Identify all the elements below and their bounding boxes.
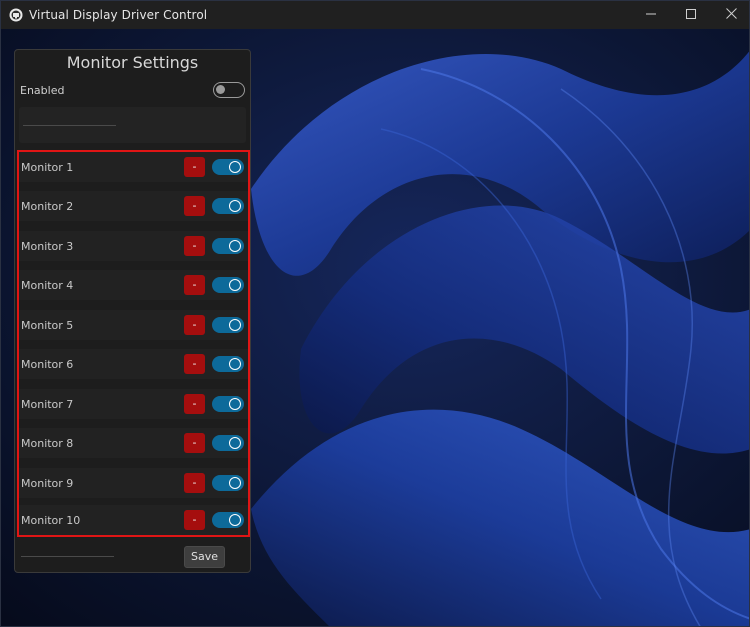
- remove-monitor-button[interactable]: -: [184, 315, 205, 335]
- panel-title: Monitor Settings: [66, 53, 199, 72]
- monitor-toggle[interactable]: [212, 277, 244, 293]
- toggle-knob: [229, 161, 241, 173]
- monitor-row: Monitor 6 -: [19, 349, 248, 379]
- monitor-label: Monitor 3: [21, 239, 74, 253]
- monitor-row: Monitor 9 -: [19, 468, 248, 498]
- monitor-label: Monitor 2: [21, 199, 74, 213]
- remove-monitor-button[interactable]: -: [184, 394, 205, 414]
- monitor-toggle[interactable]: [212, 238, 244, 254]
- monitor-toggle[interactable]: [212, 198, 244, 214]
- app-window: Virtual Display Driver Control Monitor S…: [0, 0, 750, 627]
- window-title: Virtual Display Driver Control: [29, 8, 208, 22]
- footer-input[interactable]: [21, 556, 114, 557]
- title-bar[interactable]: Virtual Display Driver Control: [1, 1, 749, 29]
- maximize-icon: [686, 8, 696, 22]
- toggle-knob: [216, 85, 225, 94]
- enabled-row: Enabled: [15, 80, 250, 100]
- input-underline: [23, 125, 116, 126]
- monitor-row: Monitor 4 -: [19, 270, 248, 300]
- toggle-knob: [229, 200, 241, 212]
- toggle-knob: [229, 398, 241, 410]
- monitor-label: Monitor 8: [21, 436, 74, 450]
- monitor-label: Monitor 10: [21, 513, 81, 527]
- monitor-label: Monitor 5: [21, 318, 74, 332]
- monitor-name-input[interactable]: [19, 107, 246, 143]
- toggle-knob: [229, 477, 241, 489]
- monitor-list: Monitor 1 - Monitor 2 - Monitor 3 - Moni…: [17, 150, 250, 537]
- app-logo-icon: [9, 8, 23, 22]
- monitor-toggle[interactable]: [212, 435, 244, 451]
- close-icon: [725, 8, 737, 22]
- toggle-knob: [229, 437, 241, 449]
- monitor-row: Monitor 3 -: [19, 231, 248, 261]
- monitor-row: Monitor 2 -: [19, 191, 248, 221]
- monitor-row: Monitor 7 -: [19, 389, 248, 419]
- monitor-toggle[interactable]: [212, 317, 244, 333]
- monitor-toggle[interactable]: [212, 159, 244, 175]
- toggle-knob: [229, 358, 241, 370]
- monitor-row: Monitor 5 -: [19, 310, 248, 340]
- minimize-icon: [646, 8, 656, 22]
- save-button[interactable]: Save: [184, 546, 225, 568]
- monitor-settings-panel: Monitor Settings Enabled Monitor 1 - Mon…: [14, 49, 251, 573]
- remove-monitor-button[interactable]: -: [184, 433, 205, 453]
- monitor-row: Monitor 1 -: [19, 152, 248, 182]
- remove-monitor-button[interactable]: -: [184, 354, 205, 374]
- toggle-knob: [229, 240, 241, 252]
- close-button[interactable]: [711, 1, 749, 29]
- remove-monitor-button[interactable]: -: [184, 196, 205, 216]
- remove-monitor-button[interactable]: -: [184, 275, 205, 295]
- toggle-knob: [229, 279, 241, 291]
- remove-monitor-button[interactable]: -: [184, 236, 205, 256]
- remove-monitor-button[interactable]: -: [184, 510, 205, 530]
- toggle-knob: [229, 319, 241, 331]
- monitor-label: Monitor 6: [21, 357, 74, 371]
- toggle-knob: [229, 514, 241, 526]
- monitor-label: Monitor 1: [21, 160, 74, 174]
- monitor-label: Monitor 4: [21, 278, 74, 292]
- minimize-button[interactable]: [631, 1, 671, 29]
- monitor-toggle[interactable]: [212, 356, 244, 372]
- enabled-label: Enabled: [20, 83, 65, 97]
- enabled-toggle[interactable]: [213, 82, 245, 98]
- monitor-label: Monitor 7: [21, 397, 74, 411]
- remove-monitor-button[interactable]: -: [184, 473, 205, 493]
- maximize-button[interactable]: [671, 1, 711, 29]
- monitor-row: Monitor 8 -: [19, 428, 248, 458]
- monitor-row: Monitor 10 -: [19, 505, 248, 535]
- monitor-label: Monitor 9: [21, 476, 74, 490]
- monitor-toggle[interactable]: [212, 512, 244, 528]
- remove-monitor-button[interactable]: -: [184, 157, 205, 177]
- monitor-toggle[interactable]: [212, 475, 244, 491]
- monitor-toggle[interactable]: [212, 396, 244, 412]
